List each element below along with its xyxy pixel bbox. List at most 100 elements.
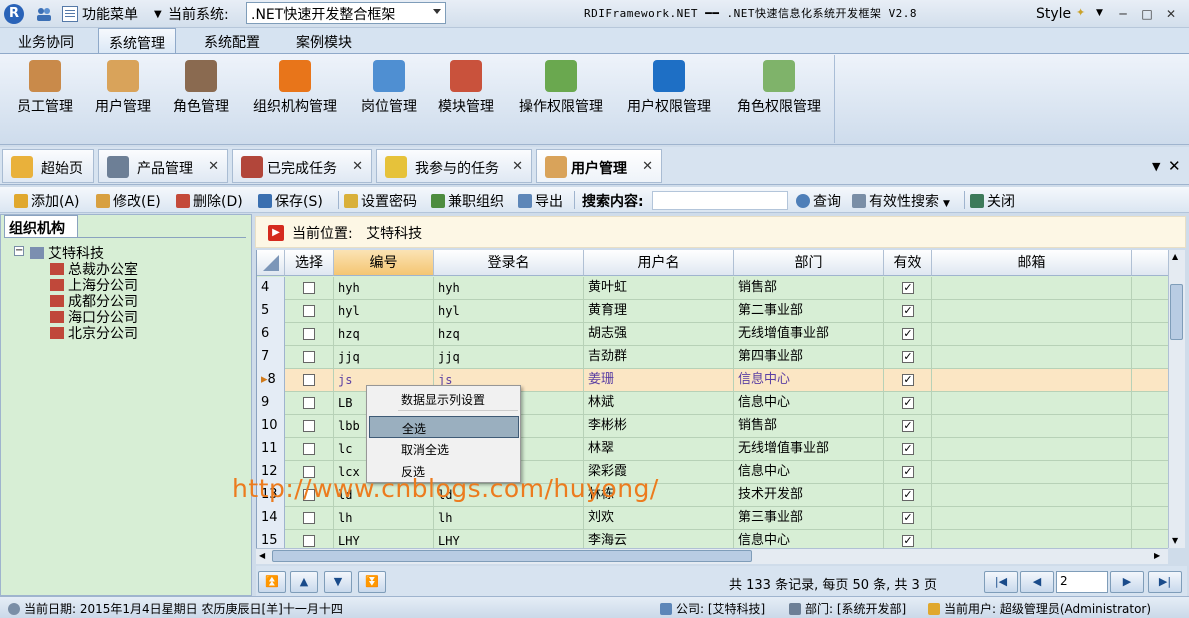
row-number[interactable]: 9 xyxy=(257,392,285,415)
cell-filler[interactable] xyxy=(1132,323,1168,346)
valid-checkbox[interactable]: ✓ xyxy=(902,512,914,524)
doc-tab-start[interactable]: 超始页 xyxy=(2,149,94,183)
cell-department[interactable]: 第四事业部 xyxy=(734,346,884,369)
close-tab-icon[interactable]: ✕ xyxy=(512,159,523,174)
table-row[interactable]: 6 hzq hzq 胡志强 无线增值事业部 ✓ xyxy=(257,323,1168,346)
cell-filler[interactable] xyxy=(1132,346,1168,369)
table-row[interactable]: 5 hyl hyl 黄育理 第二事业部 ✓ xyxy=(257,300,1168,323)
cell-department[interactable]: 第二事业部 xyxy=(734,300,884,323)
cell-department[interactable]: 信息中心 xyxy=(734,530,884,548)
select-all-corner[interactable] xyxy=(257,250,285,276)
tree-node-root[interactable]: 艾特科技 xyxy=(30,243,104,262)
part-time-org-button[interactable]: 兼职组织 xyxy=(431,191,504,211)
cell-email[interactable] xyxy=(932,461,1132,484)
delete-button[interactable]: 删除(D) xyxy=(176,191,243,211)
cell-filler[interactable] xyxy=(1132,484,1168,507)
tree-node[interactable]: 成都分公司 xyxy=(50,291,138,310)
edit-button[interactable]: 修改(E) xyxy=(96,191,161,211)
cell-email[interactable] xyxy=(932,507,1132,530)
valid-checkbox[interactable]: ✓ xyxy=(902,535,914,547)
select-checkbox[interactable] xyxy=(303,351,315,363)
position-management-button[interactable]: 岗位管理 xyxy=(354,58,424,118)
cell-code[interactable]: hyh xyxy=(334,277,434,300)
cell-filler[interactable] xyxy=(1132,438,1168,461)
valid-checkbox[interactable]: ✓ xyxy=(902,489,914,501)
save-button[interactable]: 保存(S) xyxy=(258,191,323,211)
tree-node[interactable]: 上海分公司 xyxy=(50,275,138,294)
cell-filler[interactable] xyxy=(1132,300,1168,323)
page-number-input[interactable]: 2 xyxy=(1056,571,1108,593)
module-management-button[interactable]: 模块管理 xyxy=(431,58,501,118)
doc-tab-user-management[interactable]: 用户管理 ✕ xyxy=(536,149,662,183)
cell-department[interactable]: 无线增值事业部 xyxy=(734,323,884,346)
tab-business[interactable]: 业务协同 xyxy=(8,28,84,53)
cell-username[interactable]: 林翠 xyxy=(584,438,734,461)
valid-checkbox[interactable]: ✓ xyxy=(902,374,914,386)
cell-username[interactable]: 姜珊 xyxy=(584,369,734,392)
org-management-button[interactable]: 组织机构管理 xyxy=(244,58,346,118)
cell-username[interactable]: 黄叶虹 xyxy=(584,277,734,300)
table-row[interactable]: 15 LHY LHY 李海云 信息中心 ✓ xyxy=(257,530,1168,548)
style-arrow-icon[interactable]: ▼ xyxy=(1096,8,1103,18)
select-checkbox[interactable] xyxy=(303,535,315,547)
cell-filler[interactable] xyxy=(1132,277,1168,300)
row-number[interactable]: 11 xyxy=(257,438,285,461)
next-page-icon[interactable]: ▶ xyxy=(1110,571,1144,593)
prev-page-icon[interactable]: ◀ xyxy=(1020,571,1054,593)
tab-case-module[interactable]: 案例模块 xyxy=(286,28,362,53)
cell-department[interactable]: 销售部 xyxy=(734,415,884,438)
menu-item-select-all[interactable]: 全选 xyxy=(369,416,519,438)
search-input[interactable] xyxy=(652,191,788,210)
horizontal-scroll-thumb[interactable] xyxy=(272,550,752,562)
menu-icon[interactable] xyxy=(62,6,78,22)
cell-department[interactable]: 信息中心 xyxy=(734,392,884,415)
cell-department[interactable]: 销售部 xyxy=(734,277,884,300)
cell-login[interactable]: LHY xyxy=(434,530,584,548)
scroll-left-icon[interactable]: ◀ xyxy=(259,551,265,560)
select-checkbox[interactable] xyxy=(303,374,315,386)
vertical-scroll-thumb[interactable] xyxy=(1170,284,1183,340)
close-tab-icon[interactable]: ✕ xyxy=(642,159,653,174)
cell-email[interactable] xyxy=(932,277,1132,300)
close-window-icon[interactable]: ✕ xyxy=(1163,6,1179,22)
row-number[interactable]: 10 xyxy=(257,415,285,438)
cell-login[interactable]: jjq xyxy=(434,346,584,369)
cell-username[interactable]: 刘欢 xyxy=(584,507,734,530)
tab-system-management[interactable]: 系统管理 xyxy=(98,28,176,53)
style-menu[interactable]: Style xyxy=(1036,6,1071,22)
select-checkbox[interactable] xyxy=(303,443,315,455)
column-header-department[interactable]: 部门 xyxy=(734,250,884,276)
cell-login[interactable]: hzq xyxy=(434,323,584,346)
close-button[interactable]: 关闭 xyxy=(970,191,1015,211)
select-checkbox[interactable] xyxy=(303,420,315,432)
role-management-button[interactable]: 角色管理 xyxy=(166,58,236,118)
move-up-icon[interactable]: ▲ xyxy=(290,571,318,593)
cell-username[interactable]: 林斌 xyxy=(584,392,734,415)
row-number[interactable]: 5 xyxy=(257,300,285,323)
table-row[interactable]: 4 hyh hyh 黄叶虹 销售部 ✓ xyxy=(257,277,1168,300)
row-number[interactable]: 14 xyxy=(257,507,285,530)
cell-code[interactable]: LHY xyxy=(334,530,434,548)
cell-email[interactable] xyxy=(932,369,1132,392)
valid-checkbox[interactable]: ✓ xyxy=(902,305,914,317)
doc-tab-products[interactable]: 产品管理 ✕ xyxy=(98,149,228,183)
menu-item-deselect-all[interactable]: 取消全选 xyxy=(369,438,519,460)
column-header-code[interactable]: 编号 xyxy=(334,250,434,276)
minimize-icon[interactable]: ─ xyxy=(1115,6,1131,22)
doc-tab-completed-tasks[interactable]: 已完成任务 ✕ xyxy=(232,149,372,183)
tab-list-arrow-icon[interactable]: ▼ xyxy=(1152,160,1160,173)
close-all-icon[interactable]: ✕ xyxy=(1168,157,1181,175)
cell-department[interactable]: 信息中心 xyxy=(734,461,884,484)
cell-filler[interactable] xyxy=(1132,415,1168,438)
tab-system-config[interactable]: 系统配置 xyxy=(194,28,270,53)
cell-username[interactable]: 李海云 xyxy=(584,530,734,548)
collapse-icon[interactable]: − xyxy=(14,246,24,256)
add-button[interactable]: 添加(A) xyxy=(14,191,80,211)
move-down-icon[interactable]: ▼ xyxy=(324,571,352,593)
last-page-icon[interactable]: ▶| xyxy=(1148,571,1182,593)
column-header-login[interactable]: 登录名 xyxy=(434,250,584,276)
cell-username[interactable]: 黄育理 xyxy=(584,300,734,323)
scroll-down-icon[interactable]: ▼ xyxy=(1172,536,1178,545)
valid-checkbox[interactable]: ✓ xyxy=(902,443,914,455)
valid-checkbox[interactable]: ✓ xyxy=(902,328,914,340)
